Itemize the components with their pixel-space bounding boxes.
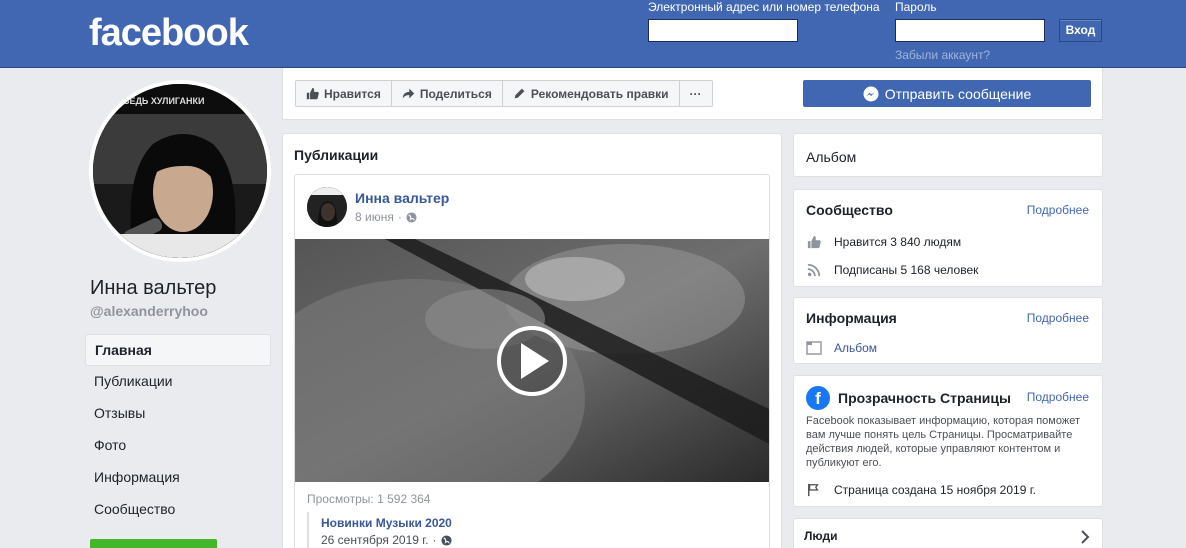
rss-icon: [806, 262, 822, 278]
post-author-name[interactable]: Инна вальтер: [355, 190, 449, 206]
people-title: Люди: [804, 529, 838, 543]
transparency-title: Прозрачность Страницы: [838, 390, 1011, 406]
suggest-edits-button[interactable]: Рекомендовать правки: [503, 81, 680, 106]
send-message-label: Отправить сообщение: [884, 85, 1032, 102]
pencil-icon: [514, 88, 525, 99]
page-action-bar: Нравится Поделиться Рекомендовать правки…: [282, 68, 1103, 120]
share-button[interactable]: Поделиться: [392, 81, 503, 106]
avatar-banner-text: ВЕДЬ ХУЛИГАНКИ: [123, 96, 204, 106]
like-label: Нравится: [324, 86, 381, 101]
shared-post-title[interactable]: Новинки Музыки 2020: [321, 516, 452, 530]
community-card: Сообщество Подробнее Нравится 3 840 людя…: [793, 189, 1103, 287]
post-author-avatar[interactable]: [307, 187, 347, 227]
page-created-text: Страница создана 15 ноября 2019 г.: [834, 483, 1036, 497]
nav-item-home[interactable]: Главная: [85, 334, 271, 366]
nav-item-publications[interactable]: Публикации: [85, 366, 271, 398]
info-title: Информация: [806, 310, 897, 326]
publications-title: Публикации: [294, 147, 379, 163]
publications-section: Публикации Инна вальтер 8 июня · Просмот…: [282, 133, 782, 548]
post-date[interactable]: 8 июня ·: [355, 210, 417, 224]
green-action-button[interactable]: [90, 539, 217, 548]
transparency-more-link[interactable]: Подробнее: [1027, 390, 1089, 404]
view-count: Просмотры: 1 592 364: [307, 492, 431, 506]
video-player[interactable]: [295, 239, 769, 482]
share-arrow-icon: [402, 88, 415, 99]
facebook-f-icon: f: [806, 386, 830, 410]
send-message-button[interactable]: Отправить сообщение: [803, 80, 1091, 107]
info-more-link[interactable]: Подробнее: [1027, 311, 1089, 325]
community-more-link[interactable]: Подробнее: [1027, 203, 1089, 217]
password-label: Пароль: [895, 0, 937, 14]
info-album-link[interactable]: Альбом: [834, 341, 877, 355]
more-button[interactable]: ···: [680, 81, 712, 106]
globe-icon: [440, 534, 452, 546]
thumbs-up-icon: [806, 234, 822, 250]
likes-count: Нравится 3 840 людям: [834, 235, 962, 249]
like-button[interactable]: Нравится: [296, 81, 392, 106]
page-actions-group: Нравится Поделиться Рекомендовать правки…: [295, 80, 713, 107]
shared-post[interactable]: Новинки Музыки 2020 26 сентября 2019 г. …: [307, 512, 452, 548]
login-button[interactable]: Вход: [1059, 19, 1102, 42]
facebook-logo[interactable]: facebook: [89, 12, 249, 55]
likes-row: Нравится 3 840 людям: [806, 234, 961, 250]
flag-icon: [806, 482, 822, 498]
followers-count: Подписаны 5 168 человек: [834, 263, 979, 277]
nav-item-community[interactable]: Сообщество: [85, 494, 271, 526]
email-label: Электронный адрес или номер телефона: [648, 0, 880, 14]
suggest-label: Рекомендовать правки: [530, 86, 669, 101]
shared-post-date-text: 26 сентября 2019 г.: [321, 533, 429, 547]
shared-post-date: 26 сентября 2019 г. ·: [321, 533, 452, 547]
album-label: Альбом: [806, 149, 857, 165]
transparency-description: Facebook показывает информацию, которая …: [806, 415, 1080, 469]
password-field[interactable]: [895, 19, 1045, 42]
share-label: Поделиться: [419, 86, 492, 101]
separator-dot: ·: [432, 533, 437, 547]
separator-dot: ·: [397, 210, 402, 224]
info-album-row[interactable]: Альбом: [806, 340, 877, 356]
top-bar: facebook Электронный адрес или номер тел…: [0, 0, 1186, 68]
profile-name: Инна вальтер: [90, 277, 217, 299]
followers-row: Подписаны 5 168 человек: [806, 262, 978, 278]
thumbs-up-icon: [306, 87, 319, 100]
chevron-right-icon: [1081, 530, 1090, 544]
globe-icon: [406, 211, 417, 223]
forgot-account-link[interactable]: Забыли аккаунт?: [895, 48, 990, 62]
nav-item-photos[interactable]: Фото: [85, 430, 271, 462]
info-card: Информация Подробнее Альбом: [793, 297, 1103, 364]
post-card: Инна вальтер 8 июня · Просмотры: 1 592 3…: [294, 174, 770, 548]
nav-item-info[interactable]: Информация: [85, 462, 271, 494]
album-card[interactable]: Альбом: [793, 133, 1103, 177]
post-date-text: 8 июня: [355, 210, 394, 224]
profile-handle: @alexanderryhoo: [90, 303, 208, 319]
email-field[interactable]: [648, 19, 798, 42]
left-nav: Главная Публикации Отзывы Фото Информаци…: [85, 334, 271, 526]
messenger-icon: [863, 86, 879, 101]
album-icon: [806, 340, 822, 356]
community-title: Сообщество: [806, 202, 893, 218]
transparency-card: f Прозрачность Страницы Подробнее Facebo…: [793, 375, 1103, 507]
nav-item-reviews[interactable]: Отзывы: [85, 398, 271, 430]
page-created-row: Страница создана 15 ноября 2019 г.: [806, 482, 1036, 498]
profile-avatar[interactable]: ВЕДЬ ХУЛИГАНКИ: [89, 80, 271, 262]
people-card[interactable]: Люди: [793, 518, 1103, 548]
